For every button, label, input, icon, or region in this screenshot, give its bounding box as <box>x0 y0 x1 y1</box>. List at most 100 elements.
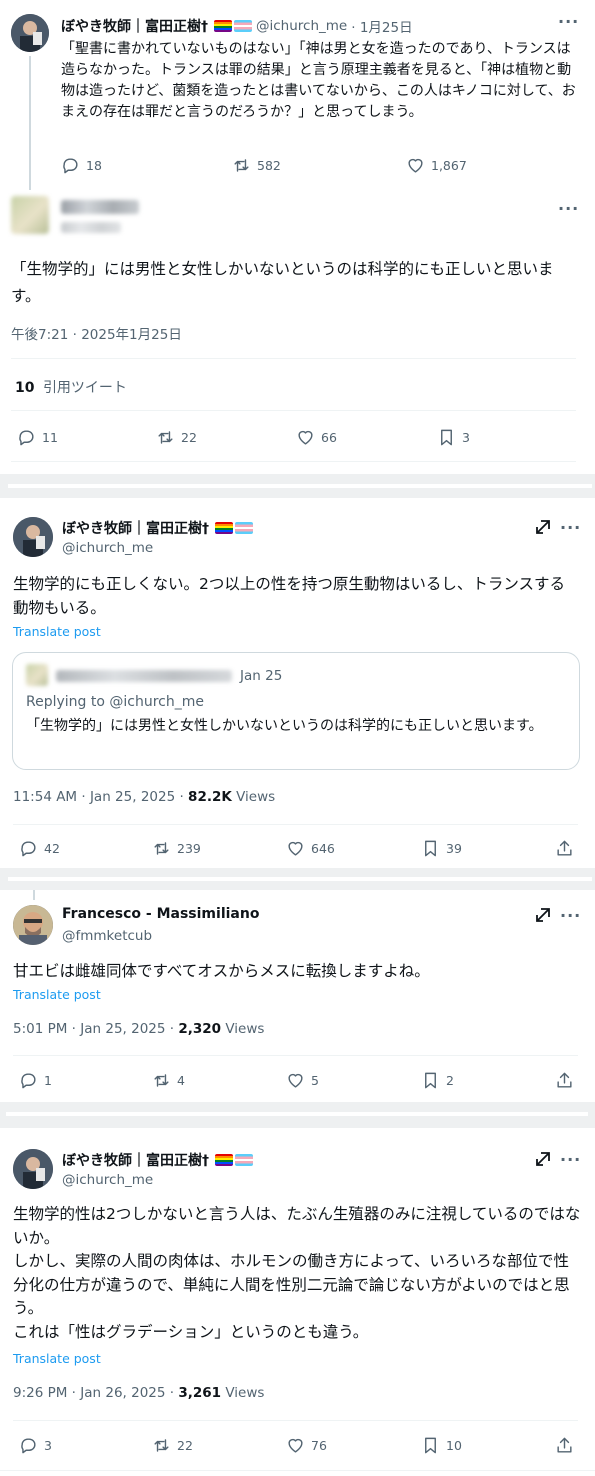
share-button[interactable] <box>555 1071 574 1090</box>
reply-icon <box>21 841 36 857</box>
pride-flag-icon <box>215 1154 233 1166</box>
retweet-button[interactable]: 4 <box>152 1071 185 1090</box>
display-name[interactable]: ぼやき牧師｜富田正樹† <box>61 16 208 36</box>
bookmark-button[interactable]: 10 <box>421 1436 462 1455</box>
handle[interactable]: @ichurch_me <box>62 1172 153 1188</box>
handle[interactable]: @ichurch_me <box>62 540 153 556</box>
quote-tweets-link[interactable]: 10 引用ツイート <box>15 377 127 397</box>
timestamp[interactable]: 午後7:21 · 2025年1月25日 <box>11 323 182 343</box>
retweet-count: 22 <box>177 1438 193 1453</box>
tweet-time: 5:01 PM · Jan 25, 2025 · <box>13 1021 179 1037</box>
tweet-text: 生物学的性は2つしかないと言う人は、たぶん生殖器のみに注視しているのではないか。… <box>13 1205 581 1341</box>
tweet-meta[interactable]: 5:01 PM · Jan 25, 2025 · 2,320 Views <box>13 1021 264 1037</box>
reply-button[interactable]: 3 <box>19 1436 52 1455</box>
trans-flag-icon <box>234 20 252 32</box>
view-count: 3,261 <box>178 1385 222 1401</box>
bookmark-icon <box>441 429 452 446</box>
divider <box>13 1055 578 1056</box>
bookmark-count: 10 <box>446 1438 462 1453</box>
tweet-meta[interactable]: 11:54 AM · Jan 25, 2025 · 82.2K Views <box>13 789 275 805</box>
translate-link[interactable]: Translate post <box>13 624 101 639</box>
share-button[interactable] <box>555 1436 574 1455</box>
more-icon[interactable]: ··· <box>560 1150 581 1169</box>
retweet-button[interactable]: 582 <box>232 156 281 175</box>
grok-icon[interactable] <box>534 518 552 540</box>
grok-icon[interactable] <box>534 906 552 928</box>
avatar[interactable] <box>11 14 49 52</box>
tweet-text: 甘エビは雌雄同体ですべてオスからメスに転換しますよね。 <box>13 962 430 980</box>
more-icon[interactable]: ··· <box>558 199 579 218</box>
flag-emojis <box>214 20 252 32</box>
handle[interactable]: @fmmketcub <box>62 928 152 944</box>
bookmark-count: 39 <box>446 841 462 856</box>
heart-icon <box>288 841 303 856</box>
thread-line <box>33 890 35 900</box>
more-icon[interactable]: ··· <box>558 12 579 31</box>
view-count: 82.2K <box>188 789 232 805</box>
retweet-icon <box>154 842 169 855</box>
handle[interactable]: @ichurch_me <box>256 18 347 34</box>
views-label: Views <box>221 1385 265 1401</box>
replying-to[interactable]: Replying to @ichurch_me <box>26 694 204 710</box>
like-button[interactable]: 646 <box>286 839 335 858</box>
quoted-text: 「生物学的」には男性と女性しかいないというのは科学的にも正しいと思います。 <box>26 718 543 734</box>
heart-icon <box>298 430 313 445</box>
retweet-count: 239 <box>177 841 201 856</box>
reply-icon <box>21 1073 36 1089</box>
translate-link[interactable]: Translate post <box>13 1351 101 1366</box>
heart-icon <box>288 1073 303 1088</box>
reply-button[interactable]: 42 <box>19 839 60 858</box>
bookmark-count: 3 <box>462 430 470 445</box>
bookmark-button[interactable]: 39 <box>421 839 462 858</box>
share-button[interactable] <box>555 839 574 858</box>
flag-emojis <box>215 1154 253 1166</box>
separator-gap <box>6 1112 588 1116</box>
tweet-date[interactable]: · 1月25日 <box>351 16 412 36</box>
tweet-header: ぼやき牧師｜富田正樹† @ichurch_me · 1月25日 <box>61 16 413 36</box>
retweet-count: 4 <box>177 1073 185 1088</box>
display-name[interactable]: ぼやき牧師｜富田正樹† <box>62 518 209 538</box>
like-button[interactable]: 1,867 <box>406 156 467 175</box>
heart-icon <box>288 1438 303 1453</box>
blurred-name <box>61 200 139 214</box>
tweet-text: 「聖書に書かれていないものはない」「神は男と女を造ったのであり、トランスは造らな… <box>61 41 576 120</box>
reply-button[interactable]: 18 <box>61 156 102 175</box>
trans-flag-icon <box>235 522 253 534</box>
quote-label: 引用ツイート <box>42 380 127 396</box>
tweet-time: 9:26 PM · Jan 26, 2025 · <box>13 1385 179 1401</box>
like-button[interactable]: 66 <box>296 428 337 447</box>
reply-count: 11 <box>42 430 58 445</box>
avatar[interactable] <box>13 1149 53 1189</box>
bookmark-button[interactable]: 2 <box>421 1071 454 1090</box>
avatar[interactable] <box>13 517 53 557</box>
divider <box>11 358 576 359</box>
avatar-blurred[interactable] <box>11 196 49 234</box>
tweet-meta[interactable]: 9:26 PM · Jan 26, 2025 · 3,261 Views <box>13 1385 264 1401</box>
bookmark-button[interactable]: 3 <box>437 428 470 447</box>
avatar[interactable] <box>13 905 53 945</box>
retweet-button[interactable]: 239 <box>152 839 201 858</box>
like-button[interactable]: 5 <box>286 1071 319 1090</box>
bookmark-icon <box>425 1072 436 1089</box>
reply-button[interactable]: 11 <box>17 428 58 447</box>
trans-flag-icon <box>235 1154 253 1166</box>
retweet-button[interactable]: 22 <box>152 1436 193 1455</box>
translate-link[interactable]: Translate post <box>13 987 101 1002</box>
view-count: 2,320 <box>178 1021 222 1037</box>
blurred-name <box>56 670 232 682</box>
display-name[interactable]: ぼやき牧師｜富田正樹† <box>62 1150 209 1170</box>
divider <box>13 1420 578 1421</box>
tweet-header: ぼやき牧師｜富田正樹† <box>62 518 253 538</box>
grok-icon[interactable] <box>534 1150 552 1172</box>
retweet-icon <box>154 1439 169 1452</box>
retweet-icon <box>158 431 173 444</box>
pride-flag-icon <box>214 20 232 32</box>
more-icon[interactable]: ··· <box>560 518 581 537</box>
more-icon[interactable]: ··· <box>560 906 581 925</box>
like-button[interactable]: 76 <box>286 1436 327 1455</box>
retweet-button[interactable]: 22 <box>156 428 197 447</box>
display-name[interactable]: Francesco - Massimiliano <box>62 906 259 922</box>
reply-count: 42 <box>44 841 60 856</box>
reply-button[interactable]: 1 <box>19 1071 52 1090</box>
views-label: Views <box>231 789 276 805</box>
